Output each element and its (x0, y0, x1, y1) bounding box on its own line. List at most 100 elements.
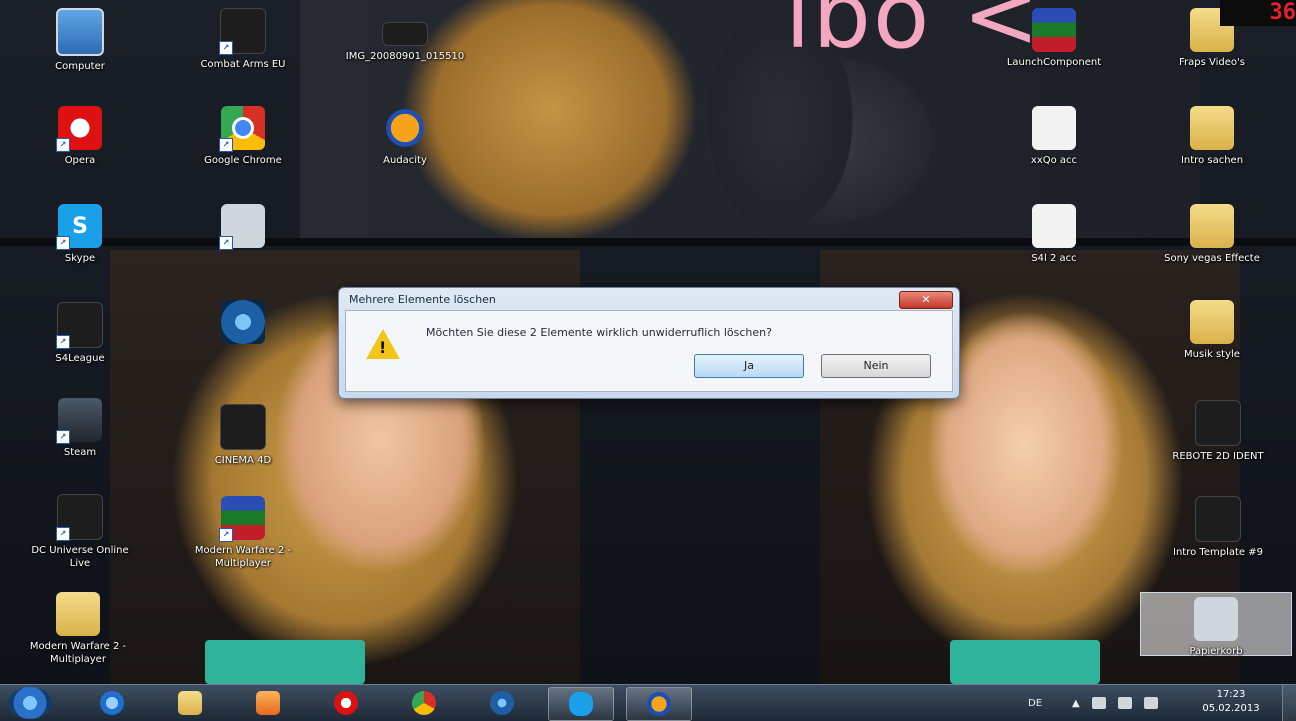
opera-icon: ↗ (56, 106, 102, 152)
desktop-icon-label: Combat Arms EU (200, 59, 286, 70)
delete-confirm-dialog: Mehrere Elemente löschen ✕ ! Möchten Sie… (338, 287, 960, 399)
language-indicator[interactable]: DE (1028, 685, 1042, 721)
dialog-close-button[interactable]: ✕ (899, 291, 953, 309)
desktop-icon-label: Audacity (383, 155, 427, 166)
desktop-icon-label: Fraps Video's (1179, 57, 1245, 68)
desktop-icon-label: Musik style (1184, 349, 1240, 360)
desktop-icon-chrome[interactable]: ↗ Google Chrome (183, 106, 303, 167)
audacity-icon (647, 692, 671, 716)
folder-icon (1190, 300, 1234, 344)
desktop-icon-musik-style[interactable]: Musik style (1152, 300, 1272, 361)
volume-icon[interactable] (1143, 697, 1158, 709)
desktop-icon-label: Skype (64, 253, 96, 264)
image-file-icon (382, 22, 428, 46)
taskbar-audacity[interactable] (626, 687, 692, 721)
folder-icon (56, 592, 100, 636)
desktop-icon-combat-arms[interactable]: ↗ Combat Arms EU (183, 8, 303, 71)
desktop-icon-intro-sachen[interactable]: Intro sachen (1152, 106, 1272, 167)
tray-expand-icon[interactable]: ▲ (1072, 698, 1080, 709)
desktop-icon-launch-component[interactable]: LaunchComponent (994, 8, 1114, 69)
desktop-icon-label: S4League (55, 353, 105, 364)
dialog-message: Möchten Sie diese 2 Elemente wirklich un… (426, 326, 772, 339)
clock-date: 05.02.2013 (1202, 703, 1260, 714)
opera-icon (334, 691, 358, 715)
skype-icon (569, 692, 593, 716)
desktop-icon-audacity[interactable]: Audacity (345, 106, 465, 167)
chrome-icon: ↗ (219, 106, 265, 152)
s4league-icon: ↗ (56, 302, 103, 349)
show-desktop-button[interactable] (1282, 685, 1296, 721)
fps-counter: 36 (1220, 0, 1296, 26)
recycle-bin-icon (1194, 597, 1238, 641)
desktop-icon-dc-universe[interactable]: ↗ DC Universe Online Live (20, 494, 140, 570)
desktop-icon-intro-template[interactable]: Intro Template #9 (1158, 496, 1278, 559)
desktop-icon-label: Opera (64, 155, 96, 166)
desktop-icon-blue-app[interactable] (183, 300, 303, 344)
mw2-icon: ↗ (219, 496, 265, 542)
desktop-icon-label: Modern Warfare 2 - Multiplayer (194, 545, 292, 569)
app-icon: ↗ (219, 204, 265, 250)
network-icon[interactable] (1117, 697, 1132, 709)
desktop-icon-label: Sony vegas Effecte (1164, 253, 1260, 264)
system-tray: ▲ (1066, 685, 1164, 721)
desktop-icon-recycle-bin[interactable]: Papierkorb (1140, 592, 1292, 657)
taskbar-skype[interactable] (548, 687, 614, 721)
desktop-icon-label: Steam (63, 447, 97, 458)
taskbar-internet-explorer[interactable] (80, 687, 144, 719)
taskbar-opera[interactable] (314, 687, 378, 719)
wallpaper-collar-right (950, 640, 1100, 684)
desktop-icon-skype[interactable]: S ↗ Skype (20, 204, 140, 265)
flag-icon[interactable] (1091, 697, 1106, 709)
desktop-icon-cinema4d[interactable]: CINEMA 4D (183, 404, 303, 467)
text-file-icon (1032, 204, 1076, 248)
desktop-icon-sony-vegas[interactable]: Sony vegas Effecte (1152, 204, 1272, 265)
desktop-icon-img-file[interactable]: IMG_20080901_015510 (345, 22, 465, 63)
desktop-icon-rebote[interactable]: REBOTE 2D IDENT (1158, 400, 1278, 463)
folder-icon (1190, 204, 1234, 248)
desktop-icon-label: CINEMA 4D (214, 455, 272, 466)
desktop-icon-label: DC Universe Online Live (31, 545, 129, 569)
media-player-icon (256, 691, 280, 715)
desktop-icon-steam[interactable]: ↗ Steam (20, 398, 140, 459)
clock[interactable]: 17:23 05.02.2013 (1196, 688, 1266, 716)
desktop-icon-opera[interactable]: ↗ Opera (20, 106, 140, 167)
chrome-icon (412, 691, 436, 715)
blue-app-icon (490, 691, 514, 715)
skype-icon: S ↗ (56, 204, 102, 250)
desktop-icon-label: REBOTE 2D IDENT (1172, 451, 1264, 462)
taskbar-explorer[interactable] (158, 687, 222, 719)
wallpaper-collar-left (205, 640, 365, 684)
desktop-icon-s4league[interactable]: ↗ S4League (20, 302, 140, 365)
dc-universe-icon: ↗ (56, 494, 103, 541)
internet-explorer-icon (100, 691, 124, 715)
clock-time: 17:23 (1216, 689, 1246, 700)
desktop-icon-xxqo-acc[interactable]: xxQo acc (994, 106, 1114, 167)
start-button[interactable] (8, 687, 52, 719)
video-file-icon (220, 404, 266, 450)
desktop-icon-label: IMG_20080901_015510 (345, 51, 465, 62)
taskbar-chrome[interactable] (392, 687, 456, 719)
no-button[interactable]: Nein (821, 354, 931, 378)
desktop-icon-mw2-folder[interactable]: Modern Warfare 2 - Multiplayer (18, 592, 138, 666)
video-file-icon (1195, 400, 1241, 446)
desktop-icon-unnamed-99[interactable]: ↗ (183, 204, 303, 250)
desktop-icon-mw2[interactable]: ↗ Modern Warfare 2 - Multiplayer (183, 496, 303, 570)
desktop-icon-label: LaunchComponent (1006, 57, 1102, 68)
combat-arms-icon: ↗ (219, 8, 266, 55)
video-file-icon (1195, 496, 1241, 542)
taskbar-media-player[interactable] (236, 687, 300, 719)
yes-button[interactable]: Ja (694, 354, 804, 378)
computer-icon (56, 8, 104, 56)
taskbar-blue-app[interactable] (470, 687, 534, 719)
launch-component-icon (1032, 8, 1076, 52)
desktop-icon-s4l-acc[interactable]: S4l 2 acc (994, 204, 1114, 265)
audacity-icon (383, 106, 427, 150)
warning-icon: ! (366, 329, 400, 359)
desktop-icon-computer[interactable]: Computer (20, 8, 140, 73)
text-file-icon (1032, 106, 1076, 150)
steam-icon: ↗ (56, 398, 102, 444)
desktop-icon-label: Intro sachen (1180, 155, 1244, 166)
desktop-icon-label: xxQo acc (1030, 155, 1078, 166)
dialog-title: Mehrere Elemente löschen (349, 292, 496, 306)
explorer-folder-icon (178, 691, 202, 715)
